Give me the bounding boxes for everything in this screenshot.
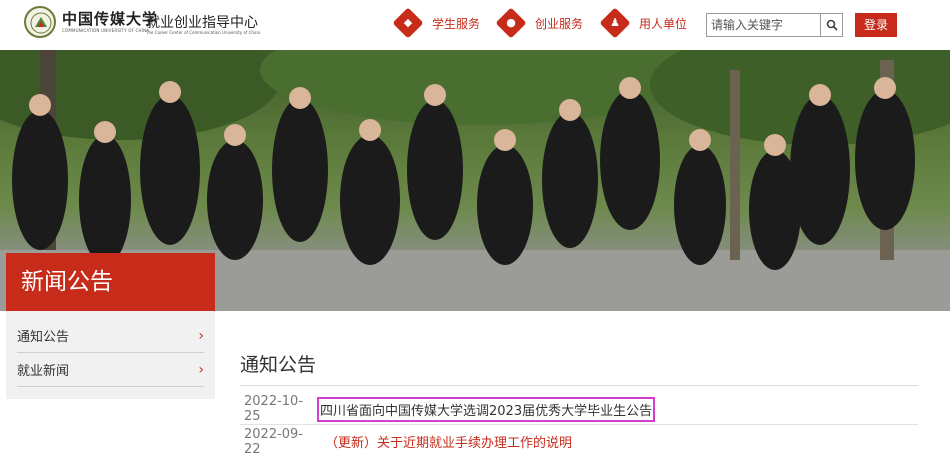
list-item-link[interactable]: 四川省面向中国传媒大学选调2023届优秀大学毕业生公告: [317, 396, 656, 422]
search-box: [706, 13, 843, 37]
employer-icon: ♟: [599, 7, 631, 39]
nav-label: 学生服务: [432, 16, 481, 31]
student-icon: ◆: [392, 7, 424, 39]
search-input[interactable]: [707, 14, 821, 36]
list-item: 2022-09-22 （更新）关于近期就业手续办理工作的说明: [240, 426, 918, 456]
search-icon: [826, 19, 838, 31]
center-title: 就业创业指导中心: [146, 15, 258, 31]
list-item-date: 2022-09-22: [244, 426, 304, 456]
nav-label: 创业服务: [535, 16, 584, 31]
sidebar-item-label: 通知公告: [17, 330, 70, 345]
login-button[interactable]: 登录: [855, 13, 897, 37]
nav-label: 用人单位: [639, 16, 688, 31]
logo-chinese-name: 中国传媒大学: [62, 10, 159, 28]
list-item-date: 2022-10-25: [244, 394, 304, 424]
university-emblem-icon: [24, 6, 56, 38]
news-announcements-heading: 新闻公告: [6, 253, 215, 311]
sidebar-menu: 通知公告 › 就业新闻 ›: [6, 311, 215, 399]
title-divider: [240, 385, 918, 386]
center-subtitle: The Career Center of Communication Unive…: [146, 30, 261, 35]
nav-employers[interactable]: ♟ 用人单位: [599, 7, 688, 39]
chevron-right-icon: ›: [198, 361, 204, 378]
sidebar-item-label: 就业新闻: [17, 364, 70, 379]
list-item-link[interactable]: （更新）关于近期就业手续办理工作的说明: [325, 432, 572, 451]
site-header: 中国传媒大学 COMMUNICATION UNIVERSITY OF CHINA…: [0, 0, 950, 50]
nav-entrepreneurship-services[interactable]: ● 创业服务: [495, 7, 584, 39]
nav-student-services[interactable]: ◆ 学生服务: [392, 7, 481, 39]
page-title: 通知公告: [240, 354, 317, 376]
university-logo[interactable]: 中国传媒大学 COMMUNICATION UNIVERSITY OF CHINA: [24, 6, 158, 38]
search-button[interactable]: [820, 14, 842, 36]
sidebar-item-notices[interactable]: 通知公告 ›: [17, 319, 204, 353]
chevron-right-icon: ›: [198, 327, 204, 344]
sidebar-item-employment-news[interactable]: 就业新闻 ›: [17, 353, 204, 387]
logo-english-name: COMMUNICATION UNIVERSITY OF CHINA: [62, 28, 150, 33]
list-item: 2022-10-25 四川省面向中国传媒大学选调2023届优秀大学毕业生公告: [240, 394, 918, 425]
person-icon: ●: [495, 7, 527, 39]
